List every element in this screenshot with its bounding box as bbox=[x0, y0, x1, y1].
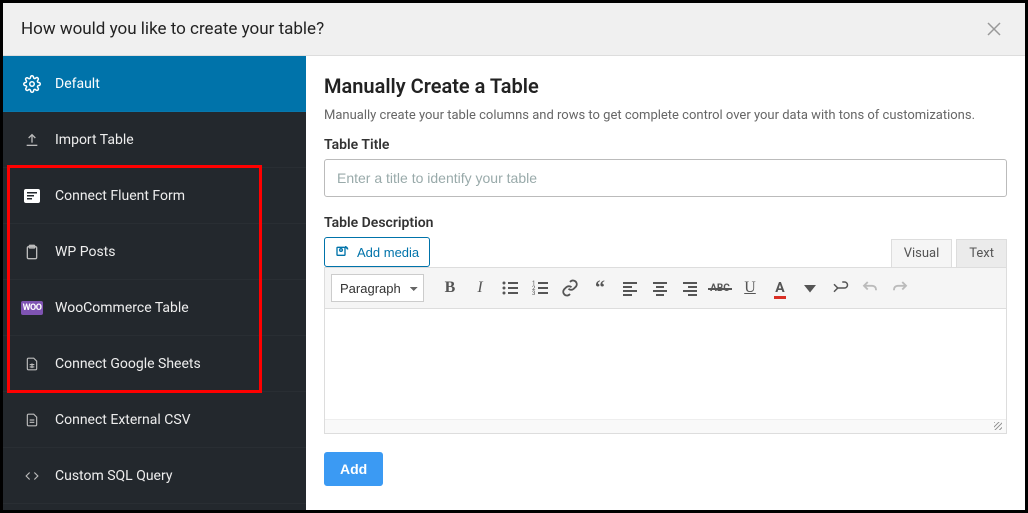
gear-icon bbox=[21, 75, 43, 93]
underline-button[interactable]: U bbox=[736, 274, 764, 302]
text-color-button[interactable]: A bbox=[766, 274, 794, 302]
align-center-button[interactable] bbox=[646, 274, 674, 302]
bold-button[interactable]: B bbox=[436, 274, 464, 302]
modal-title: How would you like to create your table? bbox=[21, 19, 324, 39]
content-heading: Manually Create a Table bbox=[324, 74, 1007, 98]
bullet-list-button[interactable] bbox=[496, 274, 524, 302]
sidebar-item-google-sheets[interactable]: Connect Google Sheets bbox=[3, 336, 306, 392]
sidebar-item-label: Import Table bbox=[55, 132, 134, 148]
close-button[interactable] bbox=[981, 17, 1007, 41]
editor: Paragraph B I 123 “ bbox=[324, 267, 1007, 434]
tab-text[interactable]: Text bbox=[956, 239, 1007, 267]
redo-button[interactable] bbox=[886, 274, 914, 302]
align-left-button[interactable] bbox=[616, 274, 644, 302]
strikethrough-button[interactable]: ABC bbox=[706, 274, 734, 302]
clipboard-icon bbox=[21, 243, 43, 261]
sidebar-item-label: Connect Fluent Form bbox=[55, 188, 185, 204]
color-dropdown-button[interactable] bbox=[796, 274, 824, 302]
add-button[interactable]: Add bbox=[324, 452, 383, 486]
title-label: Table Title bbox=[324, 137, 1007, 153]
sidebar-item-label: Custom SQL Query bbox=[55, 468, 172, 484]
sidebar-item-label: Connect External CSV bbox=[55, 412, 191, 428]
upload-icon bbox=[21, 132, 43, 148]
sidebar-item-external-csv[interactable]: Connect External CSV bbox=[3, 392, 306, 448]
media-icon bbox=[335, 244, 351, 260]
numbered-list-button[interactable]: 123 bbox=[526, 274, 554, 302]
sidebar-item-label: WooCommerce Table bbox=[55, 300, 189, 316]
file-icon bbox=[21, 411, 43, 429]
sidebar-item-label: Default bbox=[55, 76, 100, 92]
editor-toolbar: Paragraph B I 123 “ bbox=[325, 268, 1006, 309]
svg-text:3: 3 bbox=[532, 290, 535, 297]
sidebar-item-woocommerce[interactable]: WOO WooCommerce Table bbox=[3, 280, 306, 336]
woo-icon: WOO bbox=[21, 301, 43, 315]
tab-visual[interactable]: Visual bbox=[891, 239, 953, 267]
sidebar-item-label: WP Posts bbox=[55, 244, 115, 260]
form-icon bbox=[21, 189, 43, 203]
sidebar-item-default[interactable]: Default bbox=[3, 56, 306, 112]
modal-header: How would you like to create your table? bbox=[3, 3, 1025, 56]
description-label: Table Description bbox=[324, 215, 1007, 231]
add-media-label: Add media bbox=[357, 245, 419, 260]
table-title-input[interactable] bbox=[324, 159, 1007, 197]
align-right-button[interactable] bbox=[676, 274, 704, 302]
sheet-icon bbox=[21, 355, 43, 373]
main-content: Manually Create a Table Manually create … bbox=[306, 56, 1025, 510]
resize-handle[interactable] bbox=[325, 419, 1006, 433]
undo-button[interactable] bbox=[856, 274, 884, 302]
link-button[interactable] bbox=[556, 274, 584, 302]
code-icon bbox=[21, 469, 43, 483]
sidebar-item-wp-posts[interactable]: WP Posts bbox=[3, 224, 306, 280]
description-textarea[interactable] bbox=[325, 309, 1006, 419]
clear-format-button[interactable] bbox=[826, 274, 854, 302]
sidebar-item-sql[interactable]: Custom SQL Query bbox=[3, 448, 306, 504]
sidebar: Default Import Table Connect Fluent Form… bbox=[3, 56, 306, 510]
add-media-button[interactable]: Add media bbox=[324, 237, 430, 267]
format-select[interactable]: Paragraph bbox=[331, 274, 424, 302]
italic-button[interactable]: I bbox=[466, 274, 494, 302]
quote-button[interactable]: “ bbox=[586, 274, 614, 302]
close-icon bbox=[987, 22, 1001, 36]
sidebar-item-fluent-form[interactable]: Connect Fluent Form bbox=[3, 168, 306, 224]
sidebar-item-label: Connect Google Sheets bbox=[55, 356, 201, 372]
sidebar-item-import[interactable]: Import Table bbox=[3, 112, 306, 168]
content-description: Manually create your table columns and r… bbox=[324, 108, 1007, 123]
